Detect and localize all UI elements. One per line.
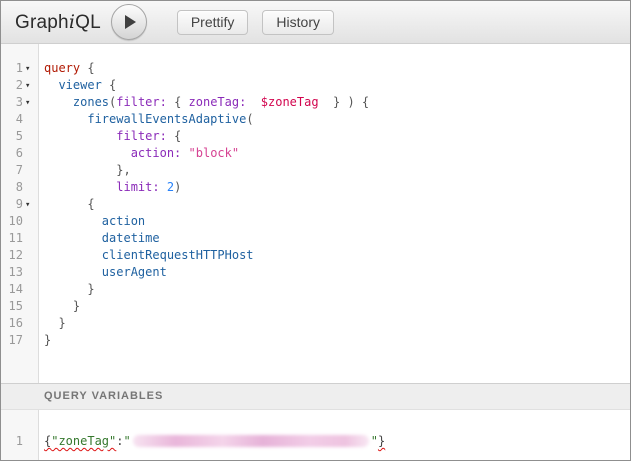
code-line[interactable]: 11 datetime <box>1 230 630 247</box>
code-text: filter: { <box>44 128 630 145</box>
line-number: 2 <box>1 77 23 94</box>
code-line[interactable]: 10 action <box>1 213 630 230</box>
code-line[interactable]: 13 userAgent <box>1 264 630 281</box>
line-number: 13 <box>1 264 23 281</box>
prettify-button[interactable]: Prettify <box>177 10 249 35</box>
code-text: datetime <box>44 230 630 247</box>
code-line[interactable]: 1▾ query { <box>1 60 630 77</box>
query-variables-header[interactable]: QUERY VARIABLES <box>1 383 630 410</box>
code-line[interactable]: 1 {"zoneTag":""} <box>1 433 630 450</box>
code-text: userAgent <box>44 264 630 281</box>
code-text: viewer { <box>44 77 630 94</box>
line-number: 10 <box>1 213 23 230</box>
line-number: 11 <box>1 230 23 247</box>
code-line[interactable]: 4 firewallEventsAdaptive( <box>1 111 630 128</box>
code-text: zones(filter: { zoneTag: $zoneTag } ) { <box>44 94 630 111</box>
code-text: }, <box>44 162 630 179</box>
variables-code: 1 {"zoneTag":""} <box>1 410 630 450</box>
code-text: {"zoneTag":""} <box>44 433 630 450</box>
line-number: 12 <box>1 247 23 264</box>
code-line[interactable]: 9▾ { <box>1 196 630 213</box>
code-line[interactable]: 16 } <box>1 315 630 332</box>
line-number: 17 <box>1 332 23 349</box>
fold-arrow-icon[interactable]: ▾ <box>25 197 35 214</box>
line-number: 14 <box>1 281 23 298</box>
query-editor-pane[interactable]: 1▾query {2▾ viewer {3▾ zones(filter: { z… <box>1 44 630 383</box>
code-text: action: "block" <box>44 145 630 162</box>
execute-query-button[interactable] <box>111 4 147 40</box>
code-text: } <box>44 298 630 315</box>
code-text: firewallEventsAdaptive( <box>44 111 630 128</box>
line-number: 1 <box>1 433 23 450</box>
code-line[interactable]: 8 limit: 2) <box>1 179 630 196</box>
line-number: 3 <box>1 94 23 111</box>
query-code: 1▾query {2▾ viewer {3▾ zones(filter: { z… <box>1 44 630 349</box>
code-text: { <box>44 196 630 213</box>
code-text: } <box>44 281 630 298</box>
code-line[interactable]: 5 filter: { <box>1 128 630 145</box>
code-line[interactable]: 7 }, <box>1 162 630 179</box>
code-text: limit: 2) <box>44 179 630 196</box>
code-line[interactable]: 17} <box>1 332 630 349</box>
code-text: } <box>44 332 630 349</box>
line-number: 7 <box>1 162 23 179</box>
code-line[interactable]: 14 } <box>1 281 630 298</box>
code-text: clientRequestHTTPHost <box>44 247 630 264</box>
code-line[interactable]: 15 } <box>1 298 630 315</box>
code-text: } <box>44 315 630 332</box>
fold-arrow-icon[interactable]: ▾ <box>25 95 35 112</box>
code-line[interactable]: 12 clientRequestHTTPHost <box>1 247 630 264</box>
line-number: 6 <box>1 145 23 162</box>
app-title: GraphiQL <box>15 11 101 34</box>
code-line[interactable]: 2▾ viewer { <box>1 77 630 94</box>
graphiql-window: GraphiQL Prettify History 1▾query {2▾ vi… <box>0 0 631 461</box>
line-number: 16 <box>1 315 23 332</box>
line-number: 4 <box>1 111 23 128</box>
redacted-value <box>133 435 369 447</box>
line-number: 15 <box>1 298 23 315</box>
line-number: 5 <box>1 128 23 145</box>
play-icon <box>122 15 136 29</box>
code-text: query { <box>44 60 630 77</box>
line-number: 8 <box>1 179 23 196</box>
fold-arrow-icon[interactable]: ▾ <box>25 78 35 95</box>
fold-arrow-icon[interactable]: ▾ <box>25 61 35 78</box>
history-button[interactable]: History <box>262 10 334 35</box>
variables-editor-pane[interactable]: 1 {"zoneTag":""} <box>1 410 630 460</box>
code-line[interactable]: 3▾ zones(filter: { zoneTag: $zoneTag } )… <box>1 94 630 111</box>
line-number: 1 <box>1 60 23 77</box>
line-number: 9 <box>1 196 23 213</box>
code-line[interactable]: 6 action: "block" <box>1 145 630 162</box>
app-title-prefix: Graph <box>15 12 69 33</box>
code-text: action <box>44 213 630 230</box>
app-title-suffix: QL <box>75 12 101 33</box>
toolbar: GraphiQL Prettify History <box>1 1 630 44</box>
